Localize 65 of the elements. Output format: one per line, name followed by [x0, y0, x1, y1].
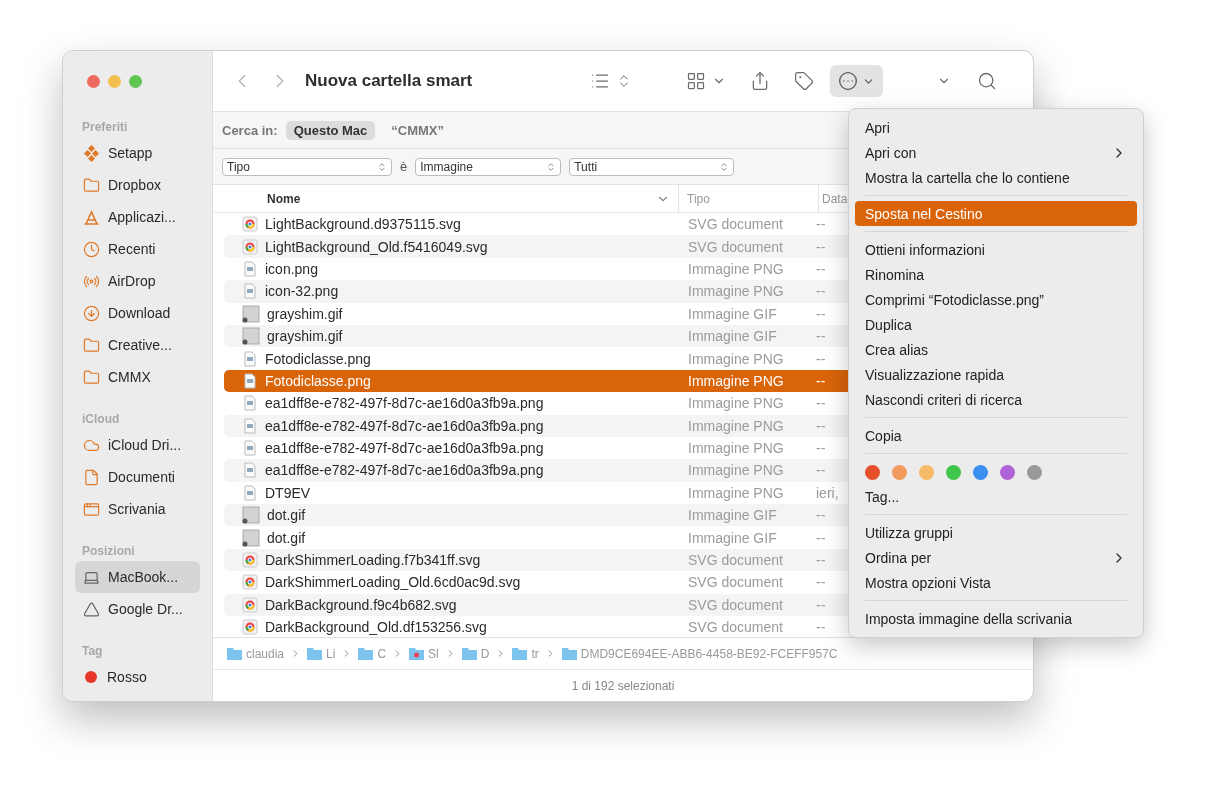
file-date: --	[816, 238, 826, 255]
file-name: dot.gif	[267, 529, 306, 546]
file-type: Immagine GIF	[687, 507, 778, 524]
file-type: Immagine PNG	[687, 440, 785, 457]
file-name: icon.png	[265, 260, 318, 277]
file-date: --	[816, 619, 826, 636]
file-date: --	[816, 574, 826, 591]
file-date: ieri,	[816, 484, 839, 501]
file-date: --	[816, 260, 826, 277]
file-name: DarkBackground.f9c4b682.svg	[265, 596, 457, 613]
file-type: Immagine PNG	[687, 283, 785, 300]
file-name: Fotodiclasse.png	[265, 372, 371, 389]
file-date: --	[816, 395, 826, 412]
file-date: --	[816, 529, 826, 546]
file-date: --	[816, 328, 826, 345]
file-name: Fotodiclasse.png	[265, 350, 371, 367]
file-date: --	[816, 440, 826, 457]
file-name: ea1dff8e-e782-497f-8d7c-ae16d0a3fb9a.png	[265, 395, 544, 412]
file-date: --	[816, 417, 826, 434]
sidebar-section-title: Posizioni	[81, 543, 136, 560]
file-date: --	[816, 596, 826, 613]
file-type: Immagine PNG	[687, 395, 785, 412]
file-name: DarkShimmerLoading_Old.6cd0ac9d.svg	[265, 574, 521, 591]
file-date: --	[816, 552, 826, 569]
file-type: Immagine PNG	[687, 350, 785, 367]
file-name: icon-32.png	[265, 283, 339, 300]
sidebar-section-title: Tag	[81, 643, 104, 660]
file-type: Immagine PNG	[687, 484, 785, 501]
file-name: dot.gif	[267, 507, 306, 524]
file-date: --	[816, 507, 826, 524]
file-name: ea1dff8e-e782-497f-8d7c-ae16d0a3fb9a.png	[265, 440, 544, 457]
file-type: SVG document	[687, 552, 784, 569]
file-type: SVG document	[687, 574, 784, 591]
file-type: Immagine PNG	[687, 260, 785, 277]
scope-label: Cerca in:	[222, 122, 278, 138]
file-date: --	[816, 305, 826, 322]
file-type: SVG document	[687, 238, 784, 255]
file-type: Immagine GIF	[687, 529, 778, 546]
file-date: --	[816, 283, 826, 300]
file-name: DarkShimmerLoading.f7b341ff.svg	[265, 552, 481, 569]
file-name: DarkBackground_Old.df153256.svg	[265, 619, 487, 636]
file-type: Immagine GIF	[687, 328, 778, 345]
file-name: ea1dff8e-e782-497f-8d7c-ae16d0a3fb9a.png	[265, 417, 544, 434]
window-title: Nuova cartella smart	[305, 71, 473, 91]
file-type: SVG document	[687, 619, 784, 636]
file-date: --	[816, 372, 826, 389]
file-type: SVG document	[687, 596, 784, 613]
file-date: --	[816, 462, 826, 479]
file-name: grayshim.gif	[267, 328, 343, 345]
sidebar-section-title: Preferiti	[81, 119, 129, 136]
file-type: Immagine PNG	[687, 372, 785, 389]
file-name: grayshim.gif	[267, 305, 343, 322]
file-name: ea1dff8e-e782-497f-8d7c-ae16d0a3fb9a.png	[265, 462, 544, 479]
sidebar-section-title: iCloud	[81, 411, 121, 428]
file-type: Immagine PNG	[687, 417, 785, 434]
file-type: SVG document	[687, 216, 784, 233]
file-name: LightBackground.d9375115.svg	[265, 216, 461, 233]
file-date: --	[816, 216, 826, 233]
criteria-label: è	[400, 159, 408, 174]
file-type: Immagine PNG	[687, 462, 785, 479]
file-date: --	[816, 350, 826, 367]
file-name: LightBackground_Old.f5416049.svg	[265, 238, 488, 255]
file-name: DT9EV	[265, 484, 311, 501]
file-type: Immagine GIF	[687, 305, 778, 322]
status-text: 1 di 192 selezionati	[213, 669, 1033, 701]
